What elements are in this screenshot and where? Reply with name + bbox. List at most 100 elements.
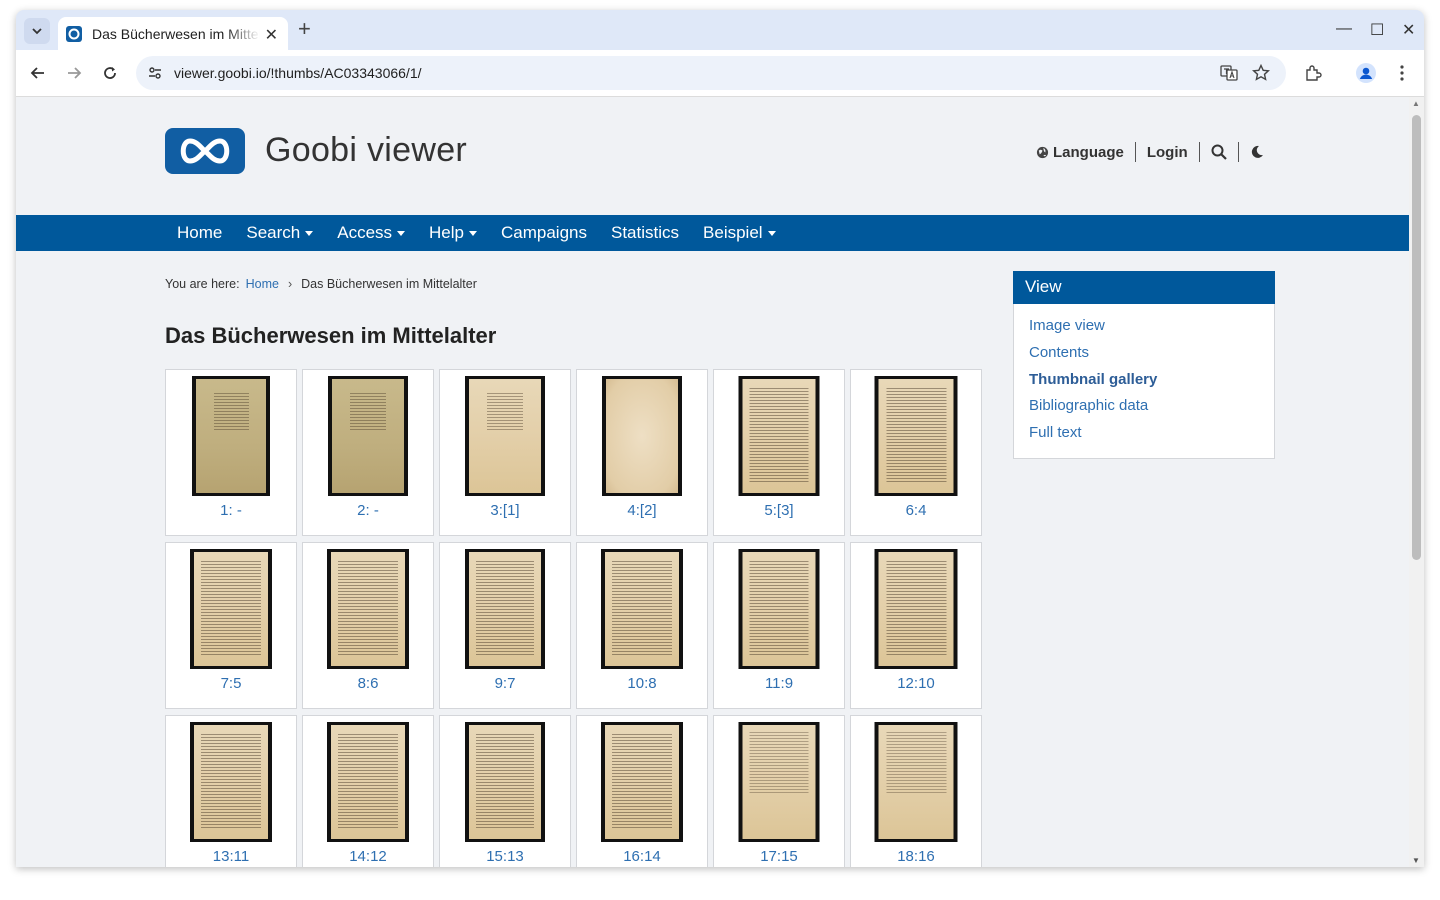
- thumbnail-card[interactable]: 3:[1]: [439, 369, 571, 536]
- page-scan: [194, 725, 268, 839]
- forward-icon[interactable]: [63, 62, 85, 84]
- thumbnail-card[interactable]: 12:10: [850, 542, 982, 709]
- thumbnail-label[interactable]: 12:10: [851, 675, 981, 692]
- sidebar-item-bibliographic-data[interactable]: Bibliographic data: [1029, 396, 1274, 423]
- thumbnail-card[interactable]: 17:15: [713, 715, 845, 867]
- thumbnail-image[interactable]: [192, 376, 270, 496]
- thumbnail-image[interactable]: [874, 376, 958, 496]
- thumbnail-image[interactable]: [190, 722, 272, 842]
- thumbnail-label[interactable]: 9:7: [440, 675, 570, 692]
- thumbnail-label[interactable]: 6:4: [851, 502, 981, 519]
- page-text-lines: [338, 561, 398, 657]
- close-window-icon[interactable]: ✕: [1402, 20, 1415, 40]
- thumbnail-image[interactable]: [874, 722, 958, 842]
- login-link[interactable]: Login: [1147, 144, 1188, 161]
- extensions-icon[interactable]: [1302, 62, 1324, 84]
- thumbnail-image[interactable]: [738, 376, 820, 496]
- thumbnail-label[interactable]: 10:8: [577, 675, 707, 692]
- thumbnail-image[interactable]: [190, 549, 272, 669]
- reload-icon[interactable]: [99, 62, 121, 84]
- language-button[interactable]: Language: [1036, 144, 1124, 161]
- translate-icon[interactable]: [1220, 64, 1238, 82]
- thumbnail-card[interactable]: 7:5: [165, 542, 297, 709]
- address-bar[interactable]: viewer.goobi.io/!thumbs/AC03343066/1/: [136, 56, 1286, 90]
- thumbnail-card[interactable]: 18:16: [850, 715, 982, 867]
- nav-item-home[interactable]: Home: [177, 223, 222, 243]
- thumbnail-label[interactable]: 16:14: [577, 848, 707, 865]
- thumbnail-card[interactable]: 11:9: [713, 542, 845, 709]
- thumbnail-card[interactable]: 14:12: [302, 715, 434, 867]
- thumbnail-label[interactable]: 2: -: [303, 502, 433, 519]
- dark-mode-icon[interactable]: [1250, 145, 1264, 159]
- thumbnail-label[interactable]: 14:12: [303, 848, 433, 865]
- breadcrumb-home-link[interactable]: Home: [246, 277, 279, 291]
- thumbnail-image[interactable]: [465, 722, 545, 842]
- new-tab-icon[interactable]: +: [298, 18, 311, 40]
- thumbnail-label[interactable]: 1: -: [166, 502, 296, 519]
- divider: [1198, 142, 1200, 162]
- close-tab-icon[interactable]: ✕: [265, 25, 278, 45]
- thumbnail-label[interactable]: 3:[1]: [440, 502, 570, 519]
- thumbnail-image[interactable]: [601, 549, 683, 669]
- nav-item-search[interactable]: Search: [246, 223, 314, 243]
- thumbnail-image[interactable]: [327, 549, 409, 669]
- thumbnail-card[interactable]: 13:11: [165, 715, 297, 867]
- thumbnail-label[interactable]: 18:16: [851, 848, 981, 865]
- scroll-down-icon[interactable]: ▼: [1412, 856, 1420, 865]
- scrollbar-thumb[interactable]: [1412, 115, 1421, 560]
- sidebar-item-full-text[interactable]: Full text: [1029, 423, 1274, 450]
- maximize-icon[interactable]: ☐: [1370, 20, 1384, 40]
- thumbnail-label[interactable]: 15:13: [440, 848, 570, 865]
- sidebar-item-thumbnail-gallery[interactable]: Thumbnail gallery: [1029, 370, 1274, 397]
- globe-icon: [1036, 146, 1049, 158]
- nav-item-label: Search: [246, 223, 301, 242]
- thumbnail-card[interactable]: 1: -: [165, 369, 297, 536]
- scroll-up-icon[interactable]: ▲: [1412, 99, 1420, 108]
- minimize-icon[interactable]: —: [1336, 20, 1352, 38]
- nav-item-campaigns[interactable]: Campaigns: [501, 223, 587, 243]
- thumbnail-label[interactable]: 4:[2]: [577, 502, 707, 519]
- browser-tab[interactable]: Das Bücherwesen im Mittelalter ✕: [58, 17, 288, 50]
- thumbnail-image[interactable]: [601, 722, 683, 842]
- thumbnail-label[interactable]: 17:15: [714, 848, 844, 865]
- thumbnail-card[interactable]: 5:[3]: [713, 369, 845, 536]
- nav-item-beispiel[interactable]: Beispiel: [703, 223, 776, 243]
- thumbnail-image[interactable]: [602, 376, 682, 496]
- sidebar-item-contents[interactable]: Contents: [1029, 343, 1274, 370]
- thumbnail-label[interactable]: 11:9: [714, 675, 844, 692]
- page-scrollbar[interactable]: ▲ ▼: [1409, 97, 1424, 867]
- thumbnail-image[interactable]: [327, 722, 409, 842]
- thumbnail-image[interactable]: [738, 722, 820, 842]
- thumbnail-label[interactable]: 13:11: [166, 848, 296, 865]
- thumbnail-card[interactable]: 16:14: [576, 715, 708, 867]
- thumbnail-card[interactable]: 8:6: [302, 542, 434, 709]
- thumbnail-image[interactable]: [465, 549, 545, 669]
- thumbnail-card[interactable]: 15:13: [439, 715, 571, 867]
- thumbnail-card[interactable]: 4:[2]: [576, 369, 708, 536]
- bookmark-star-icon[interactable]: [1252, 64, 1270, 82]
- page-text-lines: [338, 734, 398, 830]
- thumbnail-card[interactable]: 10:8: [576, 542, 708, 709]
- thumbnail-card[interactable]: 6:4: [850, 369, 982, 536]
- nav-item-help[interactable]: Help: [429, 223, 477, 243]
- back-icon[interactable]: [27, 62, 49, 84]
- search-icon[interactable]: [1211, 144, 1227, 160]
- thumbnail-image[interactable]: [328, 376, 408, 496]
- thumbnail-card[interactable]: 9:7: [439, 542, 571, 709]
- thumbnail-label[interactable]: 7:5: [166, 675, 296, 692]
- nav-item-statistics[interactable]: Statistics: [611, 223, 679, 243]
- thumbnail-image[interactable]: [465, 376, 545, 496]
- sidebar-item-image-view[interactable]: Image view: [1029, 316, 1274, 343]
- browser-menu-icon[interactable]: [1391, 62, 1413, 84]
- goobi-logo[interactable]: [165, 128, 245, 174]
- site-info-icon[interactable]: [146, 64, 164, 82]
- thumbnail-image[interactable]: [874, 549, 958, 669]
- thumbnail-label[interactable]: 8:6: [303, 675, 433, 692]
- profile-avatar-icon[interactable]: [1355, 62, 1377, 84]
- tab-search-button[interactable]: [24, 18, 50, 44]
- nav-item-access[interactable]: Access: [337, 223, 406, 243]
- site-title[interactable]: Goobi viewer: [265, 131, 467, 170]
- thumbnail-card[interactable]: 2: -: [302, 369, 434, 536]
- thumbnail-image[interactable]: [738, 549, 820, 669]
- thumbnail-label[interactable]: 5:[3]: [714, 502, 844, 519]
